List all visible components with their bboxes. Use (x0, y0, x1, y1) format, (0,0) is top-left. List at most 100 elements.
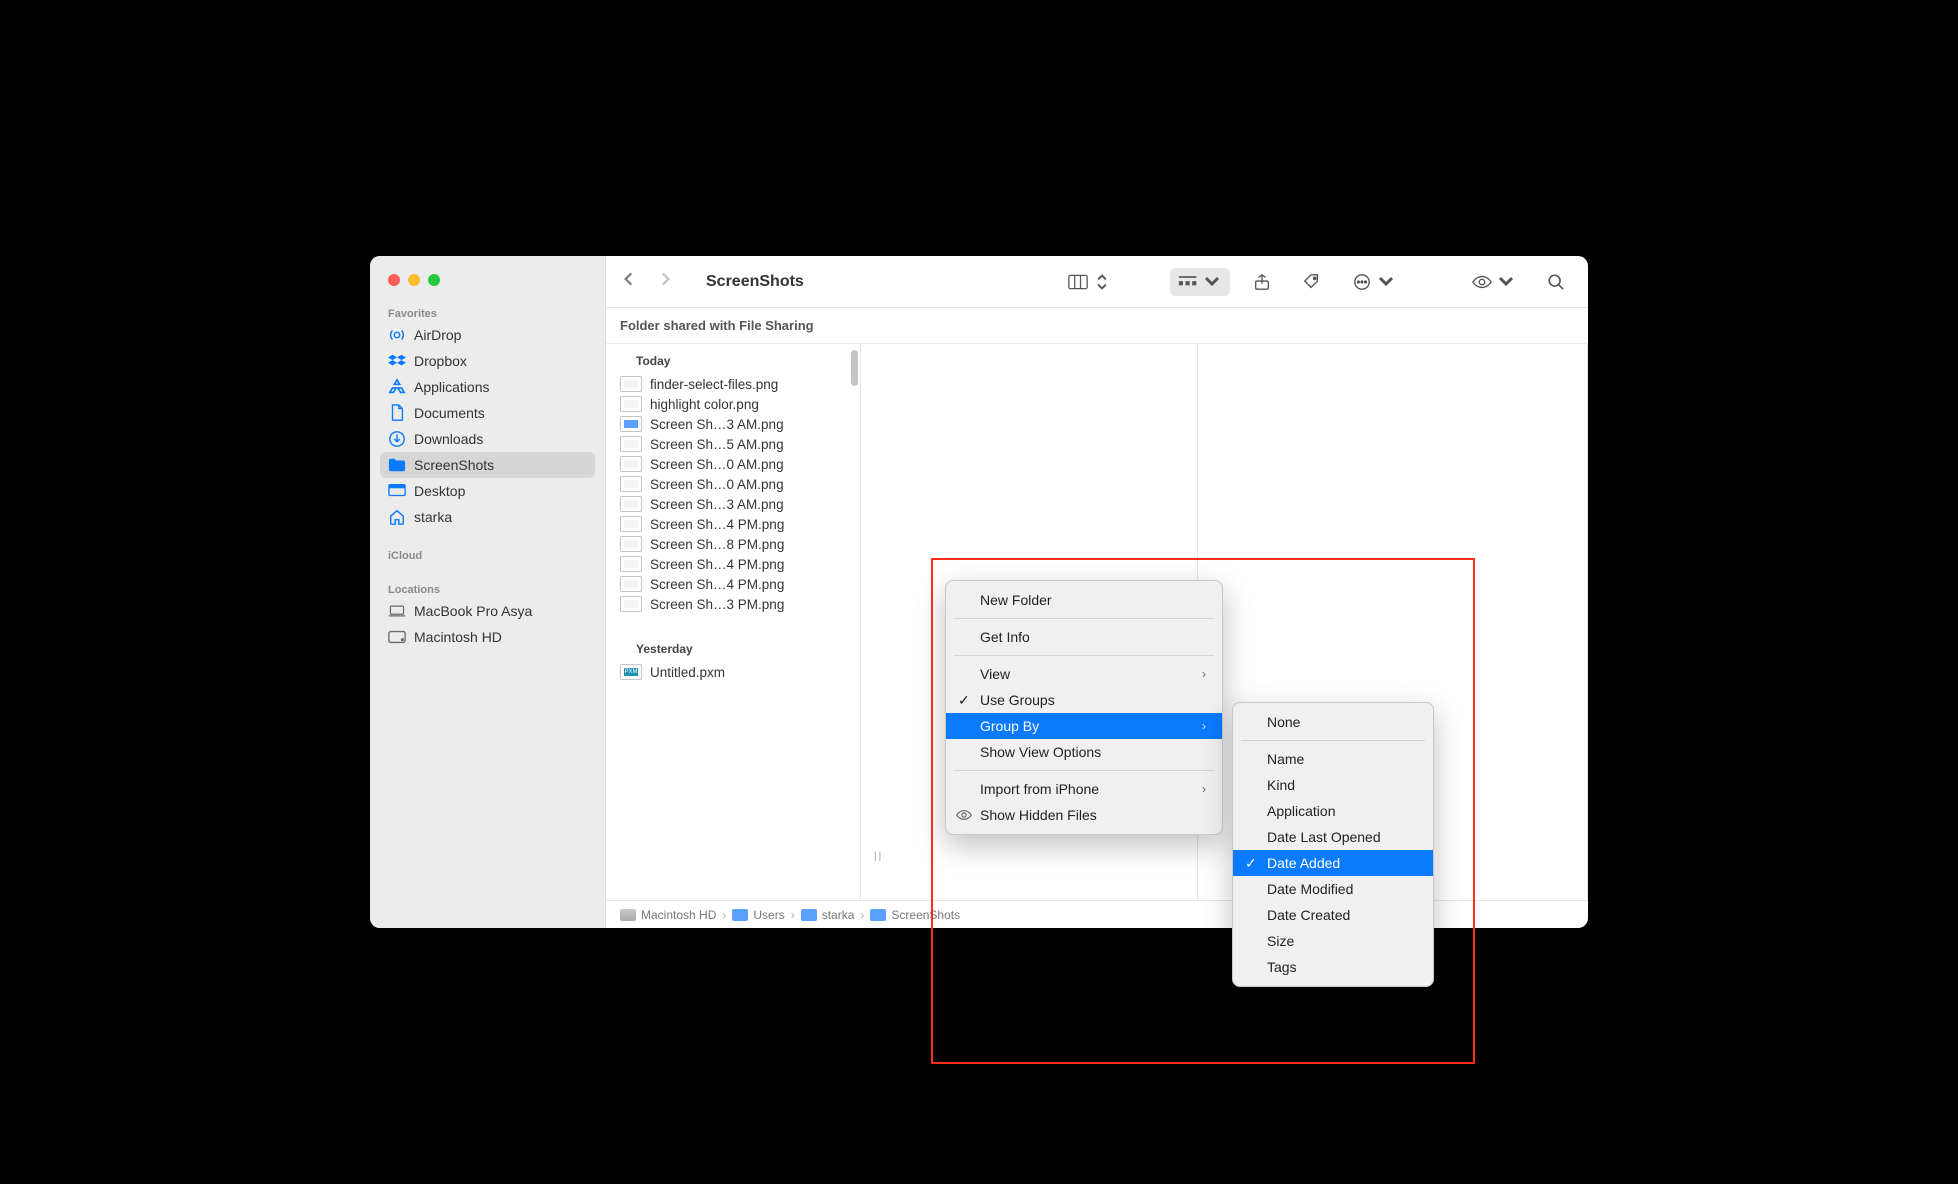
file-name: Screen Sh…4 PM.png (650, 577, 784, 592)
sidebar-item-desktop[interactable]: Desktop (380, 478, 595, 504)
folder-icon (801, 909, 817, 921)
path-segment[interactable]: starka (801, 908, 855, 922)
menu-show-view-options[interactable]: Show View Options (946, 739, 1222, 765)
submenu-date-modified[interactable]: Date Modified (1233, 876, 1433, 902)
path-segment[interactable]: Users (732, 908, 784, 922)
file-icon (620, 664, 642, 680)
submenu-size[interactable]: Size (1233, 928, 1433, 954)
group-toggle-button[interactable] (1170, 268, 1230, 296)
share-button[interactable] (1244, 268, 1280, 296)
menu-import-from-iphone[interactable]: Import from iPhone› (946, 776, 1222, 802)
sidebar-section-header: iCloud (380, 544, 595, 564)
sidebar-item-label: starka (414, 509, 452, 525)
file-row[interactable]: Screen Sh…0 AM.png (606, 474, 860, 494)
file-name: Screen Sh…0 AM.png (650, 457, 784, 472)
submenu-kind[interactable]: Kind (1233, 772, 1433, 798)
close-window-button[interactable] (388, 274, 400, 286)
menu-new-folder[interactable]: New Folder (946, 587, 1222, 613)
file-row[interactable]: Screen Sh…3 AM.png (606, 494, 860, 514)
path-segment[interactable]: ScreenShots (870, 908, 960, 922)
sidebar-item-label: MacBook Pro Asya (414, 603, 532, 619)
sidebar-item-screenshots[interactable]: ScreenShots (380, 452, 595, 478)
sidebar-item-applications[interactable]: Applications (380, 374, 595, 400)
submenu-application[interactable]: Application (1233, 798, 1433, 824)
menu-use-groups[interactable]: ✓Use Groups (946, 687, 1222, 713)
sidebar-item-dropbox[interactable]: Dropbox (380, 348, 595, 374)
sidebar-item-downloads[interactable]: Downloads (380, 426, 595, 452)
file-icon (620, 576, 642, 592)
chevron-right-icon: › (1202, 782, 1206, 796)
file-row[interactable]: Screen Sh…4 PM.png (606, 514, 860, 534)
search-button[interactable] (1538, 268, 1574, 296)
submenu-none[interactable]: None (1233, 709, 1433, 735)
menu-separator (954, 770, 1214, 771)
file-name: finder-select-files.png (650, 377, 778, 392)
maximize-window-button[interactable] (428, 274, 440, 286)
submenu-name[interactable]: Name (1233, 746, 1433, 772)
menu-group-by[interactable]: Group By› (946, 713, 1222, 739)
sidebar-section-header: Locations (380, 578, 595, 598)
file-row[interactable]: Screen Sh…3 PM.png (606, 594, 860, 614)
view-columns-button[interactable] (1060, 268, 1120, 296)
window-controls (380, 272, 595, 300)
path-label: starka (822, 908, 855, 922)
tags-button[interactable] (1294, 268, 1330, 296)
menu-view[interactable]: View› (946, 661, 1222, 687)
submenu-tags[interactable]: Tags (1233, 954, 1433, 980)
menu-show-hidden-files[interactable]: Show Hidden Files (946, 802, 1222, 828)
file-row[interactable]: Screen Sh…4 PM.png (606, 574, 860, 594)
path-bar: Macintosh HD›Users›starka›ScreenShots (606, 900, 1588, 928)
eye-icon (956, 807, 972, 823)
minimize-window-button[interactable] (408, 274, 420, 286)
chevron-right-icon: › (1202, 667, 1206, 681)
sidebar-item-starka[interactable]: starka (380, 504, 595, 530)
menu-get-info[interactable]: Get Info (946, 624, 1222, 650)
path-segment[interactable]: Macintosh HD (620, 908, 716, 922)
file-row[interactable]: Screen Sh…3 AM.png (606, 414, 860, 434)
sidebar-item-macintosh-hd[interactable]: Macintosh HD (380, 624, 595, 650)
sidebar-item-documents[interactable]: Documents (380, 400, 595, 426)
more-actions-button[interactable] (1344, 268, 1404, 296)
submenu-date-added[interactable]: ✓Date Added (1233, 850, 1433, 876)
file-name: Screen Sh…8 PM.png (650, 537, 784, 552)
file-name: Untitled.pxm (650, 665, 725, 680)
sidebar-item-macbook-pro-asya[interactable]: MacBook Pro Asya (380, 598, 595, 624)
sidebar-item-label: Documents (414, 405, 485, 421)
file-icon (620, 536, 642, 552)
hidden-files-toggle-button[interactable] (1464, 268, 1524, 296)
submenu-date-last-opened[interactable]: Date Last Opened (1233, 824, 1433, 850)
file-row[interactable]: Untitled.pxm (606, 662, 860, 682)
file-column[interactable]: Today finder-select-files.png highlight co… (606, 344, 861, 900)
disk-icon (620, 909, 636, 921)
disk-icon (388, 628, 406, 646)
desktop-icon (388, 482, 406, 500)
back-button[interactable] (620, 270, 638, 293)
finder-window: FavoritesAirDropDropboxApplicationsDocum… (370, 256, 1588, 928)
submenu-date-created[interactable]: Date Created (1233, 902, 1433, 928)
sidebar-item-label: Desktop (414, 483, 465, 499)
folder-icon (732, 909, 748, 921)
file-row[interactable]: finder-select-files.png (606, 374, 860, 394)
chevron-right-icon: › (791, 908, 795, 922)
file-name: Screen Sh…5 AM.png (650, 437, 784, 452)
file-row[interactable]: Screen Sh…8 PM.png (606, 534, 860, 554)
file-name: Screen Sh…4 PM.png (650, 517, 784, 532)
down-icon (388, 430, 406, 448)
sidebar-item-airdrop[interactable]: AirDrop (380, 322, 595, 348)
menu-separator (954, 618, 1214, 619)
file-row[interactable]: Screen Sh…4 PM.png (606, 554, 860, 574)
path-label: Macintosh HD (641, 908, 716, 922)
scrollbar-thumb[interactable] (851, 350, 858, 386)
path-label: Users (753, 908, 784, 922)
group-header: Today (606, 344, 860, 374)
file-row[interactable]: Screen Sh…5 AM.png (606, 434, 860, 454)
sidebar-item-label: Applications (414, 379, 490, 395)
file-row[interactable]: Screen Sh…0 AM.png (606, 454, 860, 474)
check-icon: ✓ (958, 692, 970, 709)
file-row[interactable]: highlight color.png (606, 394, 860, 414)
file-icon (620, 436, 642, 452)
forward-button[interactable] (656, 270, 674, 293)
home-icon (388, 508, 406, 526)
path-label: ScreenShots (891, 908, 960, 922)
context-menu: New Folder Get Info View› ✓Use Groups Gr… (945, 580, 1223, 835)
